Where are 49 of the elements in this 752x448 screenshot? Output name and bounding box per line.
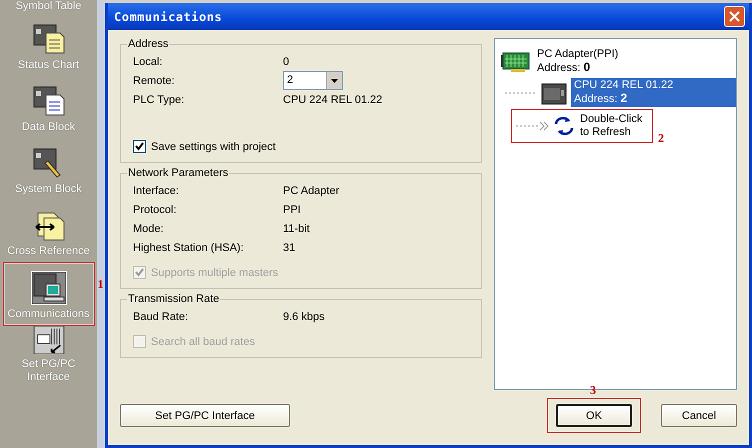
connector-line [516,121,549,131]
field-label: Interface: [133,184,180,196]
close-icon [729,11,740,22]
field-value: 11-bit [283,222,311,234]
data-document-icon [32,85,66,117]
callout-number: 1 [98,277,104,292]
field-value: CPU 224 REL 01.22 [283,94,384,106]
sidebar-item[interactable]: Communications [4,263,94,325]
callout-number: 2 [658,131,664,146]
callout-number: 3 [590,383,596,398]
field-label: Mode: [133,222,165,234]
field-value: 9.6 kbps [283,310,326,322]
circuit-board-icon [501,50,531,72]
group-title: Transmission Rate [127,293,220,305]
field-value: PPI [283,204,302,216]
sidebar-item[interactable]: Set PG/PC Interface [4,326,94,388]
module-arrow-icon [32,326,66,354]
window-title: Communications [114,10,222,24]
close-button[interactable] [724,6,745,27]
computer-icon [32,272,66,304]
checkmark-icon [135,268,144,277]
checkbox[interactable]: Save settings with project [133,140,471,153]
sidebar-item[interactable]: Cross Reference [4,200,94,262]
dropdown[interactable]: 2 [283,71,343,90]
field-label: PLC Type: [133,94,186,106]
connector-line [505,92,537,94]
checkmark-icon [135,142,144,151]
sidebar-item[interactable]: Symbol Table [4,0,94,14]
group-title: Network Parameters [127,167,230,179]
set-interface-button[interactable]: Set PG/PC Interface [120,404,290,427]
dialog-button[interactable]: Cancel [661,404,737,427]
dialog-button[interactable]: OK [556,404,632,427]
refresh-icon [552,115,574,137]
sidebar-item[interactable]: Status Chart [4,14,94,76]
field-label: Protocol: [133,204,178,216]
tree-item[interactable]: PC Adapter(PPI) Address: 0 [534,47,622,76]
chart-document-icon [32,23,66,55]
field-label: Local: [133,56,164,68]
tree-item[interactable]: Double-Click to Refresh [577,112,646,140]
tree-item[interactable]: CPU 224 REL 01.22 Address: 2 [571,78,736,107]
field-label: Remote: [133,74,176,86]
field-label: Highest Station (HSA): [133,242,245,254]
group-title: Address [127,38,170,50]
field-label: Baud Rate: [133,310,190,322]
sidebar-item[interactable]: Data Block [4,76,94,138]
field-value: PC Adapter [283,184,340,196]
sidebar-item[interactable]: System Block [4,138,94,200]
field-value: 31 [283,242,296,254]
field-value: 0 [283,56,290,68]
